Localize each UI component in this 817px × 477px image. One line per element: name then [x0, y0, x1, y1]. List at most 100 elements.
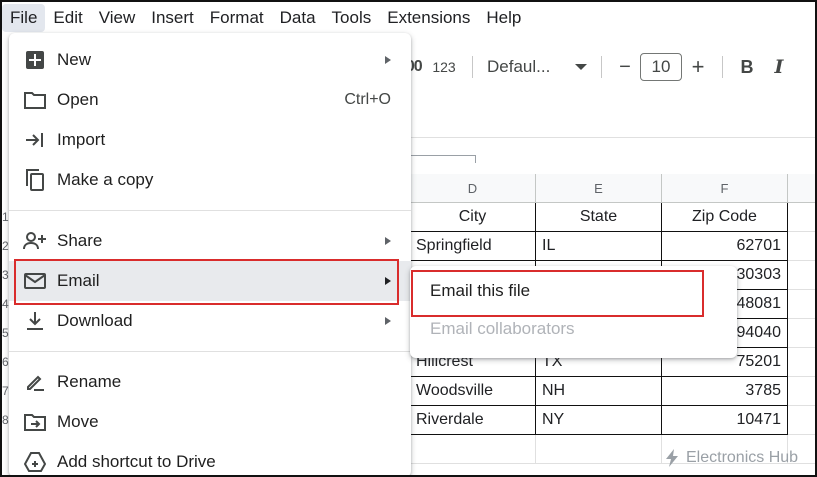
column-header-f[interactable]: F — [662, 174, 788, 202]
download-icon — [23, 309, 47, 333]
cell-state[interactable]: NH — [536, 377, 662, 406]
cell-empty[interactable] — [788, 232, 815, 261]
table-row: Springfield IL 62701 — [410, 232, 815, 261]
caret-down-icon — [575, 64, 587, 70]
menu-item-download[interactable]: Download — [9, 301, 411, 341]
drive-shortcut-icon — [23, 450, 47, 474]
column-headers: D E F — [410, 174, 815, 203]
email-icon — [23, 269, 47, 293]
cell-state[interactable]: NY — [536, 406, 662, 435]
new-sheet-icon — [23, 48, 47, 72]
menu-divider — [9, 210, 411, 211]
cell-empty[interactable] — [788, 290, 815, 319]
column-header-g[interactable] — [788, 174, 815, 202]
italic-button[interactable]: I — [763, 52, 795, 82]
table-row: Riverdale NY 10471 — [410, 406, 815, 435]
cell-empty[interactable] — [536, 435, 662, 464]
cell-city[interactable]: Woodsville — [410, 377, 536, 406]
submenu-arrow-icon — [385, 237, 391, 245]
folder-icon — [23, 88, 47, 112]
menu-item-move[interactable]: Move — [9, 402, 411, 442]
menu-view[interactable]: View — [91, 4, 144, 32]
font-family-select[interactable]: Defaul... — [481, 52, 593, 82]
column-header-e[interactable]: E — [536, 174, 662, 202]
watermark: Electronics Hub — [664, 449, 798, 467]
cell-header-state[interactable]: State — [536, 203, 662, 232]
menu-divider — [9, 351, 411, 352]
menu-extensions[interactable]: Extensions — [379, 4, 478, 32]
increase-font-size-button[interactable]: + — [682, 52, 714, 82]
move-folder-icon — [23, 410, 47, 434]
menu-item-label: Email — [57, 271, 100, 290]
column-header-d[interactable]: D — [410, 174, 536, 202]
lightning-bolt-icon — [666, 449, 678, 467]
toolbar-divider — [722, 56, 723, 78]
cell-empty[interactable] — [788, 377, 815, 406]
cell-empty[interactable] — [788, 261, 815, 290]
menu-item-add-shortcut[interactable]: Add shortcut to Drive — [9, 442, 411, 477]
toolbar-divider — [472, 56, 473, 78]
menu-item-email-this-file[interactable]: Email this file — [410, 272, 737, 310]
cell-state[interactable]: IL — [536, 232, 662, 261]
menu-edit[interactable]: Edit — [45, 4, 90, 32]
menu-item-label: Move — [57, 412, 99, 431]
menu-format[interactable]: Format — [202, 4, 272, 32]
menu-item-label: Share — [57, 231, 103, 250]
menu-item-open[interactable]: Open Ctrl+O — [9, 80, 411, 120]
cell-empty[interactable] — [788, 203, 815, 232]
cell-header-zip[interactable]: Zip Code — [662, 203, 788, 232]
menu-item-label: Add shortcut to Drive — [57, 452, 216, 471]
cell-city[interactable]: Springfield — [410, 232, 536, 261]
formula-bar-edge — [410, 155, 476, 163]
table-row: City State Zip Code — [410, 203, 815, 232]
cell-city[interactable]: Riverdale — [410, 406, 536, 435]
menu-item-import[interactable]: Import — [9, 120, 411, 160]
share-person-icon — [23, 229, 47, 253]
rename-pencil-icon — [23, 370, 47, 394]
menu-item-new[interactable]: New — [9, 40, 411, 80]
menu-help[interactable]: Help — [478, 4, 529, 32]
menu-item-share[interactable]: Share — [9, 221, 411, 261]
menu-item-email-collaborators: Email collaborators — [430, 319, 575, 338]
watermark-text: Electronics Hub — [686, 449, 799, 466]
cell-header-city[interactable]: City — [410, 203, 536, 232]
menu-item-label: Open — [57, 90, 99, 109]
import-icon — [23, 128, 47, 152]
menu-insert[interactable]: Insert — [143, 4, 202, 32]
shortcut-label: Ctrl+O — [344, 91, 391, 108]
menu-item-label: Make a copy — [57, 170, 154, 189]
submenu-arrow-icon — [385, 56, 391, 64]
menu-item-label: Import — [57, 130, 106, 149]
email-submenu: Email this file Email collaborators — [410, 266, 737, 358]
bold-button[interactable]: B — [731, 52, 763, 82]
cell-empty[interactable] — [788, 406, 815, 435]
toolbar: .00 123 Defaul... − 10 + B I — [400, 48, 815, 86]
menu-tools[interactable]: Tools — [324, 4, 380, 32]
cell-zip[interactable]: 62701 — [662, 232, 788, 261]
font-family-value: Defaul... — [487, 57, 551, 76]
table-row: Woodsville NH 3785 — [410, 377, 815, 406]
menu-item-rename[interactable]: Rename — [9, 362, 411, 402]
cell-empty[interactable] — [410, 435, 536, 464]
number-format-button[interactable]: 123 — [424, 52, 464, 82]
menubar: File Edit View Insert Format Data Tools … — [2, 2, 815, 34]
submenu-arrow-icon — [385, 277, 391, 285]
submenu-arrow-icon — [385, 317, 391, 325]
cell-zip[interactable]: 3785 — [662, 377, 788, 406]
menu-item-label: Rename — [57, 372, 122, 391]
menu-item-label: Download — [57, 311, 133, 330]
cell-empty[interactable] — [788, 348, 815, 377]
menu-item-make-copy[interactable]: Make a copy — [9, 160, 411, 200]
menu-file[interactable]: File — [2, 4, 46, 32]
toolbar-divider — [601, 56, 602, 78]
cell-empty[interactable] — [788, 319, 815, 348]
menu-item-label: New — [57, 50, 92, 69]
formula-bar-divider — [410, 137, 815, 138]
menu-item-email[interactable]: Email — [9, 261, 411, 301]
copy-icon — [23, 168, 47, 192]
file-menu: New Open Ctrl+O Import Make a copy Share… — [9, 33, 411, 477]
cell-zip[interactable]: 10471 — [662, 406, 788, 435]
font-size-input[interactable]: 10 — [640, 53, 682, 81]
menu-data[interactable]: Data — [272, 4, 324, 32]
decrease-font-size-button[interactable]: − — [610, 52, 640, 82]
